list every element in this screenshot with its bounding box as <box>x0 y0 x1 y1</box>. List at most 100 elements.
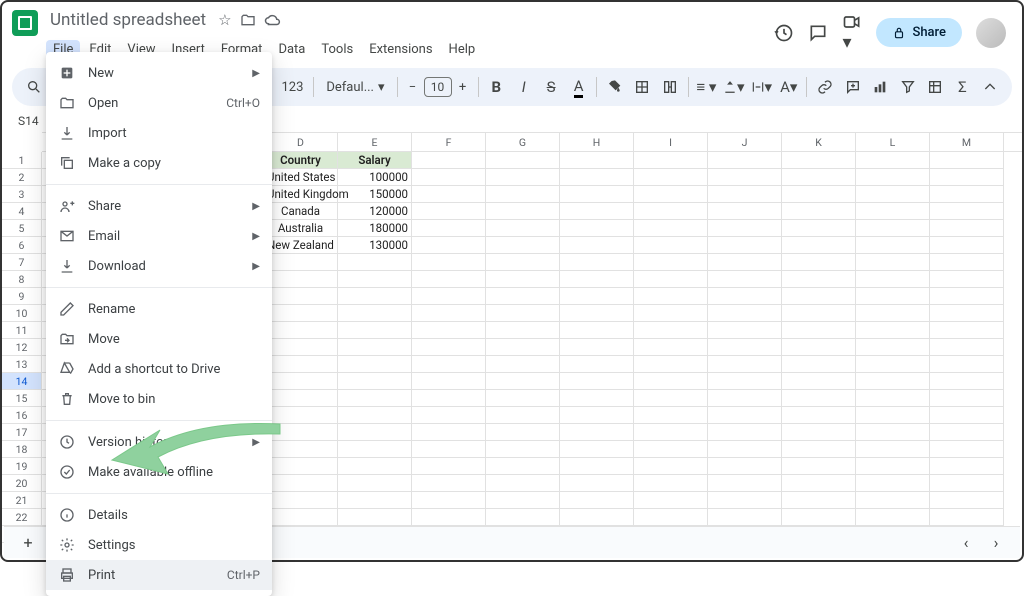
comment-add-icon[interactable] <box>841 75 864 99</box>
row-header[interactable]: 10 <box>2 305 42 322</box>
cell[interactable] <box>634 322 708 339</box>
cell[interactable]: New Zealand <box>264 237 338 254</box>
cell[interactable] <box>930 492 1004 509</box>
cell[interactable] <box>560 492 634 509</box>
cell[interactable] <box>412 288 486 305</box>
cell[interactable] <box>782 407 856 424</box>
cell[interactable] <box>486 271 560 288</box>
cell[interactable] <box>634 509 708 526</box>
text-color-icon[interactable]: A <box>567 75 590 99</box>
cell[interactable] <box>412 186 486 203</box>
cell[interactable] <box>782 169 856 186</box>
cell[interactable] <box>930 203 1004 220</box>
cell[interactable] <box>560 220 634 237</box>
row-header[interactable]: 19 <box>2 458 42 475</box>
cell[interactable] <box>486 492 560 509</box>
bold-icon[interactable]: B <box>485 75 508 99</box>
cell[interactable] <box>338 458 412 475</box>
cell[interactable] <box>412 339 486 356</box>
cell[interactable] <box>856 322 930 339</box>
cell[interactable] <box>930 186 1004 203</box>
horizontal-align-icon[interactable]: ≡ ▾ <box>695 75 718 99</box>
cell[interactable] <box>708 509 782 526</box>
cell[interactable] <box>930 322 1004 339</box>
column-header[interactable]: H <box>560 133 634 151</box>
cell[interactable] <box>486 237 560 254</box>
cell[interactable] <box>930 356 1004 373</box>
cell[interactable] <box>560 407 634 424</box>
cell[interactable] <box>338 254 412 271</box>
cell[interactable] <box>782 424 856 441</box>
row-header[interactable]: 21 <box>2 492 42 509</box>
cell[interactable] <box>782 237 856 254</box>
star-icon[interactable]: ☆ <box>218 11 231 29</box>
fill-color-icon[interactable] <box>603 75 626 99</box>
cell[interactable] <box>264 458 338 475</box>
menu-item-new[interactable]: New▶ <box>46 58 272 88</box>
menu-item-add-a-shortcut-to-drive[interactable]: Add a shortcut to Drive <box>46 354 272 384</box>
add-sheet-button[interactable]: + <box>16 533 40 552</box>
column-header[interactable]: G <box>486 133 560 151</box>
menu-item-share[interactable]: Share▶ <box>46 191 272 221</box>
row-header[interactable]: 6 <box>2 237 42 254</box>
column-header[interactable]: I <box>634 133 708 151</box>
cell[interactable] <box>264 407 338 424</box>
cell[interactable] <box>486 458 560 475</box>
cell[interactable] <box>338 322 412 339</box>
cell[interactable] <box>782 220 856 237</box>
cell[interactable] <box>560 390 634 407</box>
cell[interactable] <box>634 492 708 509</box>
cell[interactable]: 150000 <box>338 186 412 203</box>
cell[interactable] <box>856 373 930 390</box>
cell[interactable] <box>634 152 708 169</box>
row-header[interactable]: 17 <box>2 424 42 441</box>
cell[interactable] <box>560 509 634 526</box>
cell[interactable] <box>930 509 1004 526</box>
cell[interactable] <box>930 339 1004 356</box>
cell[interactable] <box>782 152 856 169</box>
cell[interactable] <box>856 492 930 509</box>
row-header[interactable]: 11 <box>2 322 42 339</box>
menu-tools[interactable]: Tools <box>314 40 360 64</box>
cell[interactable] <box>634 237 708 254</box>
cell[interactable] <box>486 305 560 322</box>
cell[interactable] <box>264 424 338 441</box>
row-header[interactable]: 1 <box>2 152 42 169</box>
cell[interactable] <box>264 356 338 373</box>
account-avatar[interactable] <box>976 18 1006 48</box>
meet-icon[interactable]: ▾ <box>842 12 862 53</box>
menu-item-print[interactable]: PrintCtrl+P <box>46 560 272 590</box>
cell[interactable] <box>412 203 486 220</box>
cell[interactable] <box>264 509 338 526</box>
cell[interactable] <box>856 169 930 186</box>
cell[interactable] <box>486 407 560 424</box>
cell[interactable]: 100000 <box>338 169 412 186</box>
cell[interactable] <box>486 390 560 407</box>
cell[interactable] <box>338 475 412 492</box>
cell[interactable] <box>486 441 560 458</box>
cell[interactable] <box>560 441 634 458</box>
row-header[interactable]: 3 <box>2 186 42 203</box>
table-view-icon[interactable] <box>923 75 946 99</box>
cell[interactable] <box>930 424 1004 441</box>
cell[interactable] <box>856 305 930 322</box>
cell[interactable] <box>634 458 708 475</box>
text-wrap-icon[interactable]: ▾ <box>750 75 773 99</box>
cell[interactable] <box>782 475 856 492</box>
cell[interactable] <box>486 475 560 492</box>
row-header[interactable]: 2 <box>2 169 42 186</box>
menu-item-email[interactable]: Email▶ <box>46 221 272 251</box>
row-header[interactable]: 22 <box>2 509 42 526</box>
menu-help[interactable]: Help <box>442 40 483 64</box>
cell[interactable] <box>412 271 486 288</box>
cell[interactable] <box>338 356 412 373</box>
cell[interactable] <box>856 407 930 424</box>
row-header[interactable]: 13 <box>2 356 42 373</box>
cell[interactable] <box>782 254 856 271</box>
cell[interactable] <box>560 339 634 356</box>
menu-item-move[interactable]: Move <box>46 324 272 354</box>
row-header[interactable]: 4 <box>2 203 42 220</box>
cell[interactable] <box>560 169 634 186</box>
cell[interactable] <box>634 475 708 492</box>
cell[interactable] <box>856 152 930 169</box>
